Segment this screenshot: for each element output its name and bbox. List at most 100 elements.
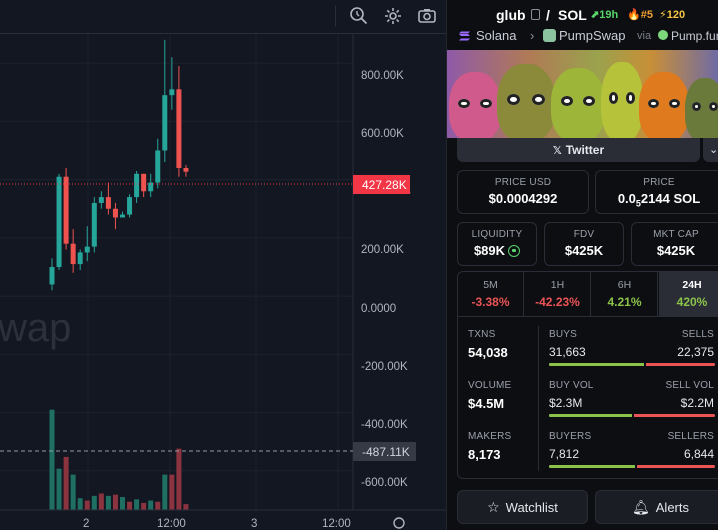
banner-face [497, 64, 555, 138]
txns-label: TXNS [468, 329, 496, 340]
pill-icon [656, 28, 670, 42]
candle-body [91, 202, 97, 247]
volume-bar [183, 504, 189, 510]
buyers-bar [549, 465, 715, 468]
trending-badge[interactable]: ⬈19h [590, 8, 618, 21]
candles [49, 39, 189, 291]
price-native-prefix: 0.0 [617, 191, 636, 206]
candle-body [105, 197, 111, 209]
liquidity-box: LIQUIDITY $89K [457, 222, 537, 266]
price-tick: -600.00K [361, 477, 408, 489]
dex-name[interactable]: PumpSwap [559, 28, 625, 43]
gear-icon[interactable] [382, 6, 404, 28]
buys-bar-fill [549, 363, 647, 366]
chain-name[interactable]: Solana [476, 28, 516, 43]
chevron-down-icon: ⌄ [709, 144, 718, 156]
volume-bar [148, 500, 154, 510]
sell-volume-value: $2.2M [680, 396, 714, 410]
candlestick-chart[interactable]: wap 800.00K 600.00K 400.00K 200.00K 0.00… [0, 34, 446, 530]
price-tick: 600.00K [361, 128, 404, 140]
fdv-label: FDV [573, 229, 595, 240]
price-tick: 200.00K [361, 244, 404, 256]
tab-change: 420% [676, 295, 708, 309]
time-axis: 2 12:00 3 12:00 [83, 518, 351, 530]
via-name[interactable]: Pump.fun [671, 29, 718, 43]
banner-face [685, 78, 718, 138]
mktcap-box: MKT CAP $425K [631, 222, 718, 266]
candle-body [77, 252, 83, 265]
candle-body [63, 176, 69, 244]
chart-settings-icon[interactable] [393, 517, 405, 529]
volume-bar [56, 468, 62, 510]
price-tick: 0.0000 [361, 303, 396, 315]
price-usd-box: PRICE USD $0.0004292 [457, 170, 589, 214]
volume-bar [549, 414, 715, 417]
twitter-button[interactable]: 𝕏 Twitter [457, 138, 700, 162]
price-native-suffix: 2144 SOL [640, 191, 701, 206]
alerts-button[interactable]: 🔔︎ Alerts [595, 490, 718, 524]
copy-icon[interactable] [531, 9, 540, 20]
chart-pane[interactable]: wap 800.00K 600.00K 400.00K 200.00K 0.00… [0, 0, 446, 530]
candle-body [112, 208, 118, 218]
tab-6h[interactable]: 6H 4.21% [592, 272, 658, 316]
candle-body [98, 197, 104, 203]
candle-body [70, 243, 76, 265]
quote-token-symbol: SOL [558, 7, 587, 23]
mktcap-label: MKT CAP [653, 229, 699, 240]
buyers-bar-fill [549, 465, 638, 468]
fdv-value: $425K [564, 243, 604, 258]
solana-icon [459, 29, 471, 41]
more-links-button[interactable]: ⌄ [703, 138, 718, 162]
banner-face [601, 62, 643, 138]
tab-change: 4.21% [607, 295, 642, 309]
pair-separator: / [546, 7, 550, 23]
price-native-box: PRICE 0.052144 SOL [595, 170, 718, 214]
volume-bar [91, 495, 97, 510]
pair-title: glub / SOL ⬈19h 🔥#5 ⚡120 [447, 6, 718, 26]
via-label: via [637, 30, 652, 42]
watchlist-button[interactable]: ☆ Watchlist [457, 490, 588, 524]
candle-body [49, 267, 55, 285]
alerts-label: Alerts [655, 500, 689, 515]
banner-face [449, 72, 501, 138]
tab-label: 24H [682, 279, 702, 291]
sell-volume-label: SELL VOL [665, 380, 714, 391]
price-axis: 800.00K 600.00K 400.00K 200.00K 0.0000 -… [361, 70, 411, 489]
banner-face [639, 72, 689, 138]
buyers-value: 7,812 [549, 447, 580, 461]
transactions-stats: TXNS 54,038 VOLUME $4.5M MAKERS 8,173 BU… [457, 316, 718, 479]
watchlist-label: Watchlist [505, 500, 558, 515]
volume-bar [49, 409, 55, 510]
tab-1h[interactable]: 1H -42.23% [525, 272, 591, 316]
base-token-symbol[interactable]: glub [496, 7, 526, 23]
candle-body [120, 214, 125, 218]
rank-badge[interactable]: 🔥#5 [627, 8, 653, 21]
magnifier-clock-icon[interactable] [348, 6, 370, 28]
buy-volume-label: BUY VOL [549, 380, 594, 391]
volume-label: -487.11K [362, 445, 410, 459]
liquidity-amount: $89K [473, 243, 506, 258]
sells-value: 22,375 [677, 345, 714, 359]
fire-icon: 🔥 [627, 9, 641, 21]
trending-value: 19h [599, 9, 619, 21]
buyers-label: BUYERS [549, 431, 592, 442]
tab-5m[interactable]: 5M -3.38% [458, 272, 524, 316]
lock-icon[interactable] [508, 245, 521, 257]
volume-bar [105, 495, 111, 510]
sells-label: SELLS [681, 329, 714, 340]
boost-badge[interactable]: ⚡120 [659, 8, 685, 21]
price-native-label: PRICE [643, 177, 675, 188]
toolbar-divider [335, 6, 336, 26]
time-tick: 2 [83, 518, 89, 530]
volume-bar [70, 474, 76, 510]
price-tick: 800.00K [361, 70, 404, 82]
volume-label: VOLUME [468, 380, 512, 391]
fdv-box: FDV $425K [544, 222, 624, 266]
chart-watermark: wap [0, 306, 71, 350]
buys-label: BUYS [549, 329, 578, 340]
candle-body [183, 167, 189, 172]
camera-icon[interactable] [416, 6, 438, 28]
tab-24h[interactable]: 24H 420% [659, 272, 718, 316]
chain-breadcrumb: Solana › PumpSwap via Pump.fun [459, 28, 718, 44]
timeframe-tabs: 5M -3.38% 1H -42.23% 6H 4.21% 24H 420% [457, 271, 718, 317]
